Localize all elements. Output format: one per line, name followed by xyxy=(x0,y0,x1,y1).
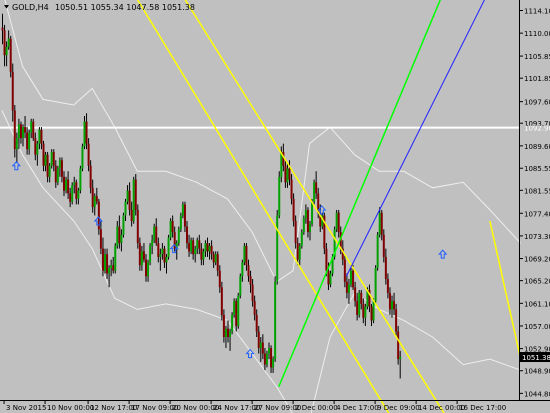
candle xyxy=(179,212,182,233)
price-tick-label: 1044.80 xyxy=(524,390,550,398)
candle xyxy=(177,226,180,246)
price-tick-label: 1085.55 xyxy=(524,165,550,173)
price-tick-label: 1065.20 xyxy=(524,278,550,286)
price-tick-label: 1061.10 xyxy=(524,300,550,308)
time-tick-label: 3 Nov 2015 xyxy=(6,404,46,412)
candle xyxy=(397,325,400,365)
current-price-label: 1051.38 xyxy=(522,354,550,362)
candle xyxy=(233,298,236,318)
candle xyxy=(313,179,316,205)
candle xyxy=(350,267,352,288)
chart-window: 1114.101110.001105.851101.851097.601093.… xyxy=(0,0,550,413)
candle xyxy=(243,243,246,266)
candle xyxy=(169,218,172,241)
candle xyxy=(220,281,223,321)
candle xyxy=(323,212,326,255)
candle xyxy=(237,292,240,329)
time-tick-label: 16 Dec 17:00 xyxy=(459,404,506,412)
price-tick-label: 1089.60 xyxy=(524,143,550,151)
candle xyxy=(302,215,305,235)
time-tick-label: 2 Dec 00:00 xyxy=(295,404,338,412)
candle xyxy=(278,171,281,219)
price-chart[interactable]: 1114.101110.001105.851101.851097.601093.… xyxy=(0,0,550,413)
price-tick-label: 1057.00 xyxy=(524,323,550,331)
candle xyxy=(122,212,125,238)
candle xyxy=(358,290,361,318)
price-tick-label: 1110.00 xyxy=(524,30,550,38)
hline-price-label: 1092.90 xyxy=(524,125,550,133)
price-tick-label: 1073.30 xyxy=(524,233,550,241)
candle xyxy=(71,182,74,205)
price-tick-label: 1114.10 xyxy=(524,7,550,15)
candle xyxy=(276,209,279,285)
candle xyxy=(32,118,35,141)
candle xyxy=(50,149,53,169)
candle xyxy=(167,234,170,260)
price-tick-label: 1105.85 xyxy=(524,53,550,61)
symbol-header: GOLD,H4 1050.51 1055.34 1047.58 1051.38 xyxy=(4,3,195,12)
candle xyxy=(335,209,338,233)
candle xyxy=(56,165,59,186)
candle xyxy=(134,174,137,216)
candle xyxy=(374,265,377,304)
price-tick-label: 1081.55 xyxy=(524,187,550,195)
candle xyxy=(81,143,84,172)
time-tick-label: 10 Nov 00:00 xyxy=(47,404,94,412)
candle xyxy=(274,276,277,362)
candle xyxy=(9,35,12,78)
candle xyxy=(136,204,139,249)
price-tick-label: 1097.60 xyxy=(524,99,550,107)
ohlc-values: 1050.51 1055.34 1047.58 1051.38 xyxy=(55,3,195,12)
price-tick-label: 1077.40 xyxy=(524,210,550,218)
candle xyxy=(231,312,234,335)
symbol-label: GOLD,H4 xyxy=(12,3,49,12)
price-tick-label: 1048.90 xyxy=(524,368,550,376)
candle xyxy=(300,229,303,249)
candle xyxy=(239,273,242,299)
candle xyxy=(132,176,135,224)
candle xyxy=(153,223,156,244)
time-tick-label: 4 Dec 17:00 xyxy=(336,404,379,412)
candle xyxy=(376,232,379,271)
candle xyxy=(114,243,117,274)
price-tick-label: 1101.85 xyxy=(524,75,550,83)
candle xyxy=(149,243,152,266)
time-tick-label: 9 Dec 09:00 xyxy=(377,404,420,412)
candle xyxy=(79,165,82,194)
price-tick-label: 1069.20 xyxy=(524,256,550,264)
